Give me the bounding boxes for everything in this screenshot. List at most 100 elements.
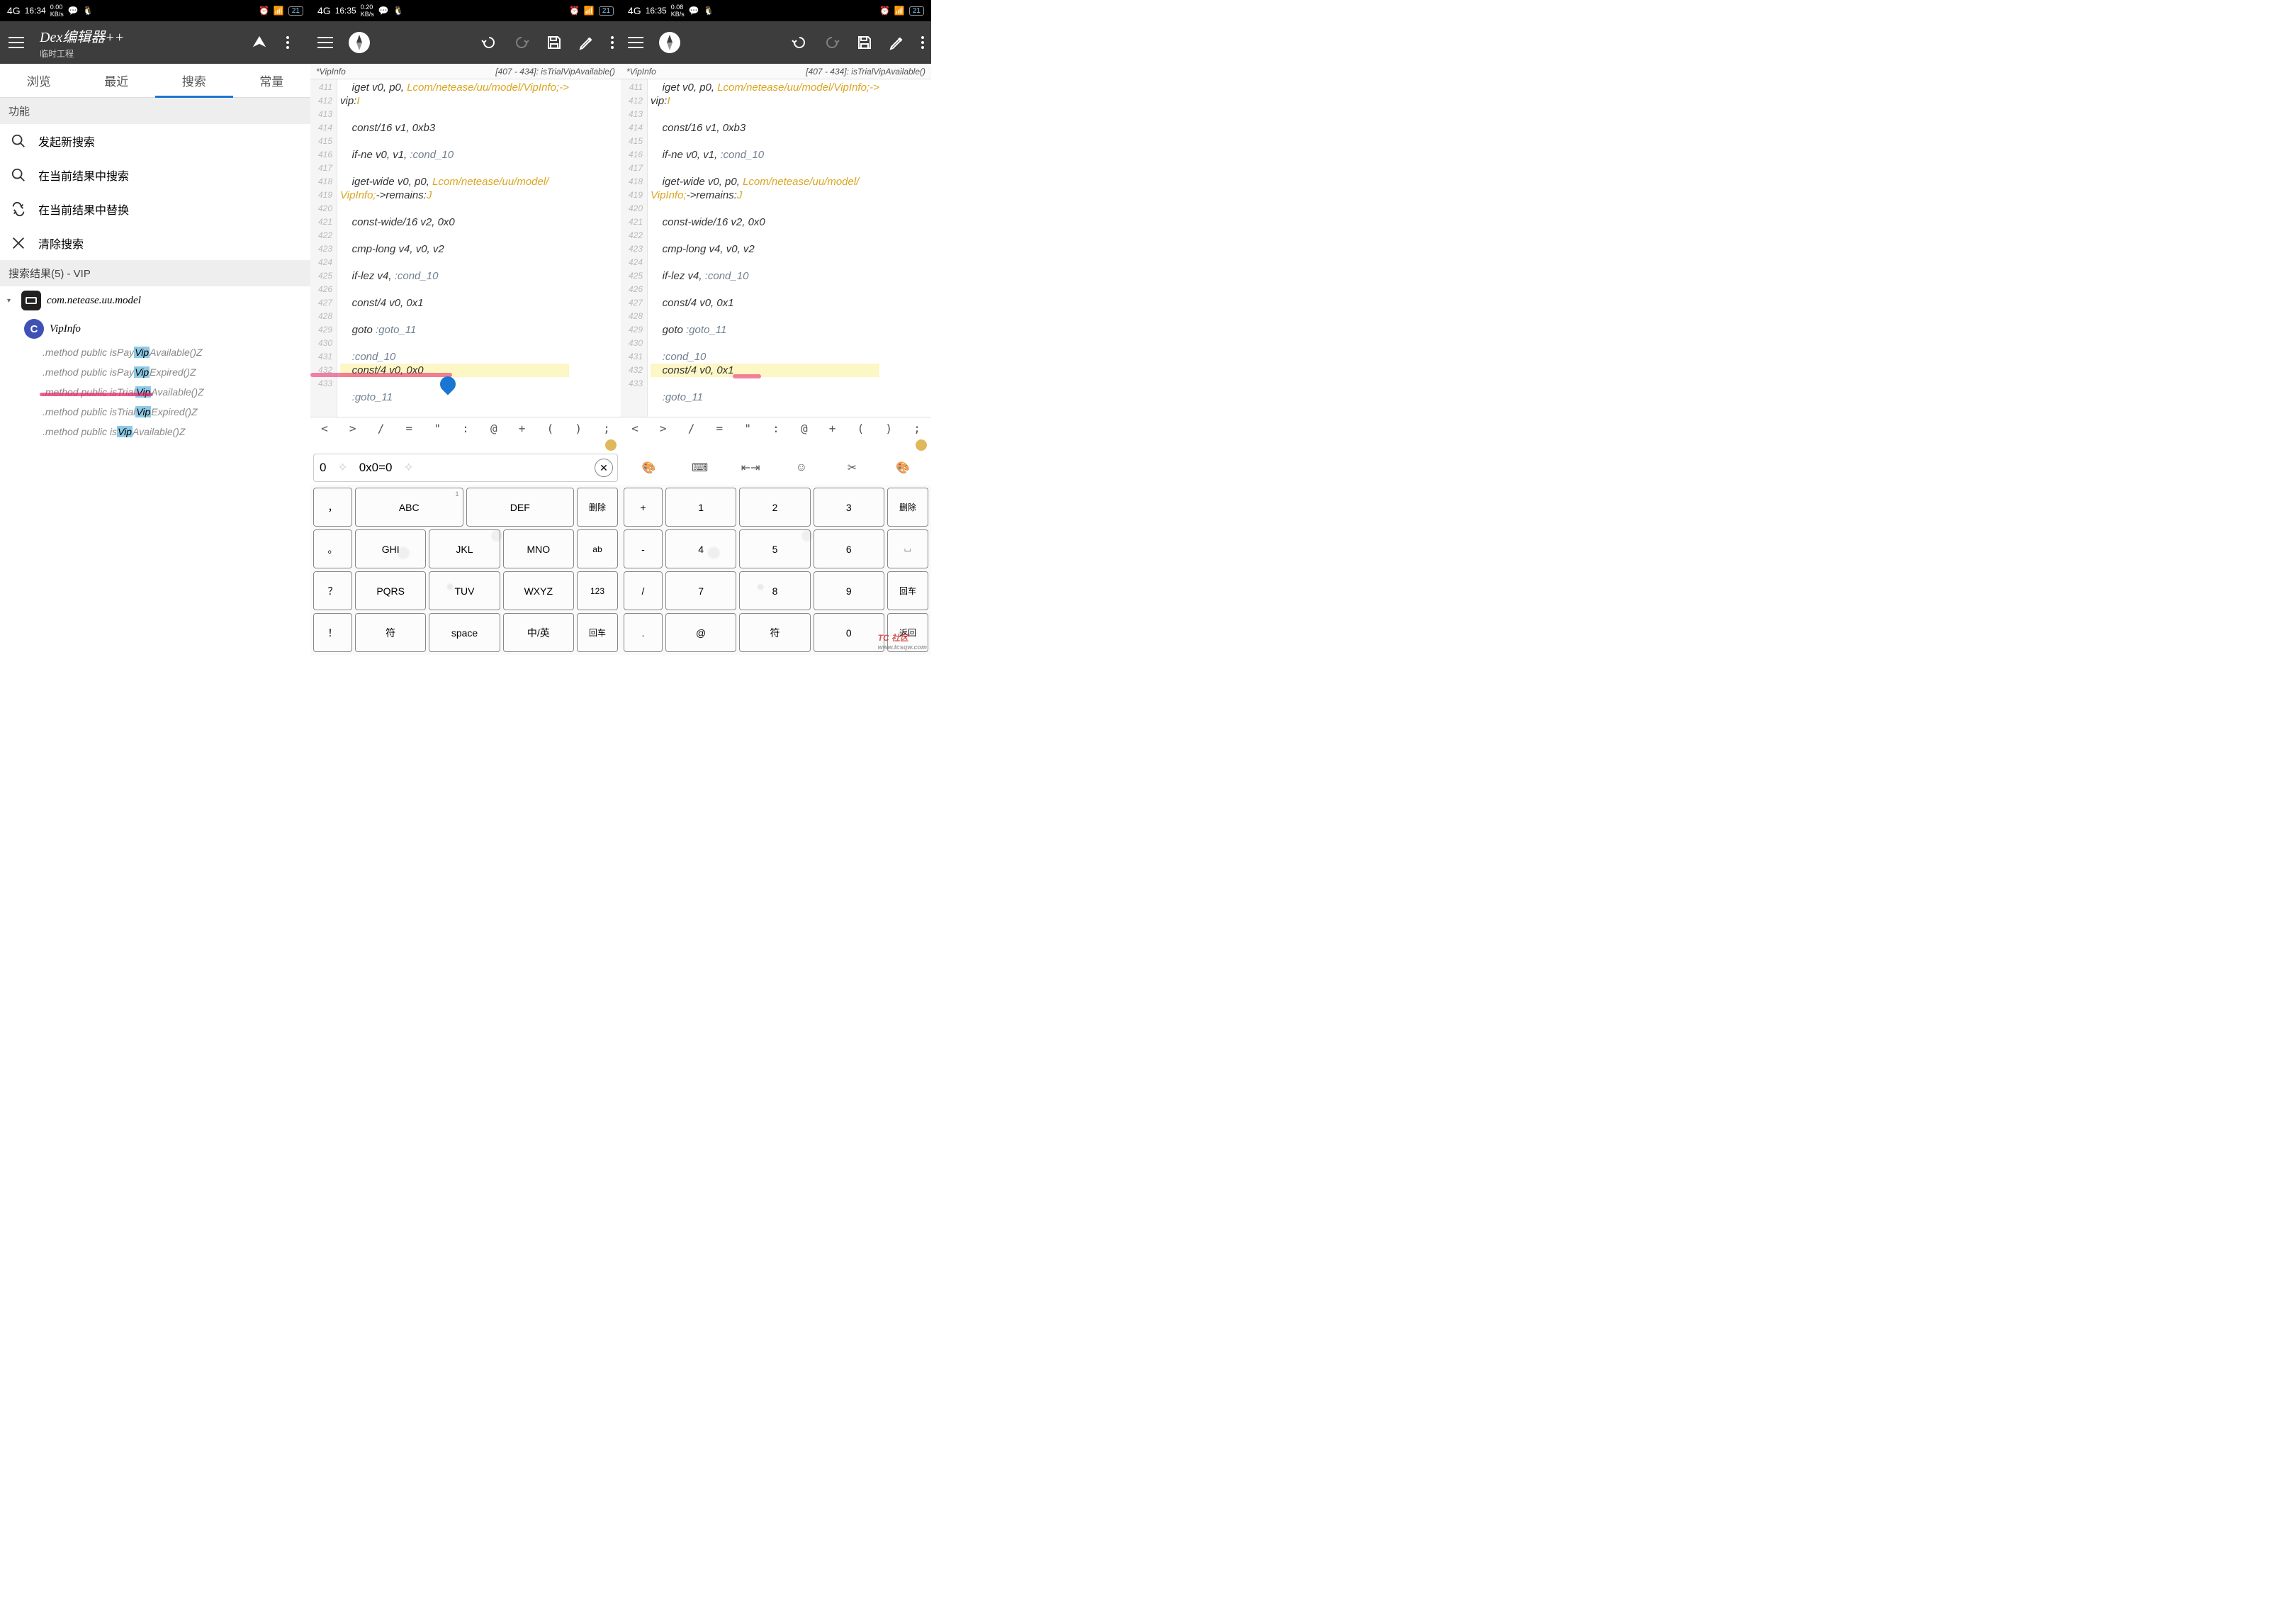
keyboard-key[interactable]: 6 [814, 529, 884, 568]
code-line[interactable]: VipInfo;->remains:J [340, 189, 569, 202]
keyboard-key[interactable]: 符 [355, 613, 426, 652]
save-button[interactable] [546, 34, 563, 51]
symbol-key[interactable]: " [733, 417, 762, 439]
code-line[interactable] [651, 283, 879, 296]
undo-button[interactable] [791, 34, 808, 51]
menu-button[interactable] [317, 37, 333, 48]
code-line[interactable]: const/4 v0, 0x1 [651, 296, 879, 310]
code-line[interactable]: goto :goto_11 [340, 323, 569, 337]
keyboard-key[interactable]: ！ [313, 613, 352, 652]
keyboard-key[interactable]: . [624, 613, 663, 652]
symbol-key[interactable]: : [451, 417, 480, 439]
code-line[interactable]: :cond_10 [651, 350, 879, 364]
code-line[interactable] [651, 135, 879, 148]
symbol-key[interactable]: = [705, 417, 733, 439]
symbol-key[interactable]: " [423, 417, 451, 439]
keyboard-key[interactable]: 删除 [887, 488, 928, 527]
symbol-key[interactable]: @ [480, 417, 508, 439]
keyboard-key[interactable]: MNO [503, 529, 574, 568]
code-editor[interactable]: 4114124134144154164174184194204214224234… [310, 79, 621, 417]
build-button[interactable] [245, 35, 274, 50]
symbol-key[interactable]: ( [536, 417, 565, 439]
code-line[interactable] [340, 108, 569, 121]
edit-button[interactable] [889, 34, 906, 51]
code-line[interactable]: vip:I [340, 94, 569, 108]
code-line[interactable] [651, 337, 879, 350]
symbol-key[interactable]: < [621, 417, 649, 439]
candidate-1[interactable]: 0 [320, 461, 326, 475]
keyboard-key[interactable]: DEF [466, 488, 575, 527]
close-candidates-button[interactable]: ✕ [595, 459, 613, 477]
symbol-key[interactable]: / [677, 417, 706, 439]
keyboard-key[interactable]: TUV [429, 571, 500, 610]
compass-button[interactable] [659, 32, 680, 53]
keyboard-switch-icon[interactable]: ⌨ [685, 457, 714, 478]
keyboard-key[interactable]: space [429, 613, 500, 652]
code-line[interactable]: if-ne v0, v1, :cond_10 [340, 148, 569, 162]
keyboard-key[interactable]: 9 [814, 571, 884, 610]
symbol-key[interactable]: @ [790, 417, 818, 439]
package-row[interactable]: ▾ com.netease.uu.model [0, 286, 310, 315]
overflow-button[interactable] [921, 36, 924, 49]
code-line[interactable]: const-wide/16 v2, 0x0 [651, 215, 879, 229]
redo-button[interactable] [823, 34, 840, 51]
keyboard-key[interactable]: PQRS [355, 571, 426, 610]
code-line[interactable] [651, 404, 879, 417]
code-line[interactable]: if-lez v4, :cond_10 [340, 269, 569, 283]
keyboard-key[interactable]: ， [313, 488, 352, 527]
symbol-key[interactable]: ) [564, 417, 592, 439]
action-search-in-results[interactable]: 在当前结果中搜索 [0, 158, 310, 192]
keyboard-key[interactable]: GHI [355, 529, 426, 568]
emoji-icon[interactable]: ☺ [787, 457, 816, 478]
code-line[interactable]: iget-wide v0, p0, Lcom/netease/uu/model/ [651, 175, 879, 189]
code-line[interactable]: const/4 v0, 0x1 [651, 364, 879, 377]
code-line[interactable]: const/4 v0, 0x1 [340, 296, 569, 310]
code-line[interactable]: :goto_11 [651, 391, 879, 404]
code-line[interactable]: cmp-long v4, v0, v2 [340, 242, 569, 256]
keyboard-key[interactable]: 8 [739, 571, 810, 610]
keyboard-key[interactable]: 回车 [577, 613, 618, 652]
edit-button[interactable] [578, 34, 595, 51]
action-new-search[interactable]: 发起新搜索 [0, 124, 310, 158]
keyboard-key[interactable]: JKL [429, 529, 500, 568]
keyboard-key[interactable]: 删除 [577, 488, 618, 527]
save-button[interactable] [856, 34, 873, 51]
symbol-key[interactable]: > [649, 417, 677, 439]
code-line[interactable] [340, 337, 569, 350]
code-line[interactable]: iget-wide v0, p0, Lcom/netease/uu/model/ [340, 175, 569, 189]
code-line[interactable]: const-wide/16 v2, 0x0 [340, 215, 569, 229]
code-line[interactable]: iget v0, p0, Lcom/netease/uu/model/VipIn… [340, 81, 569, 94]
menu-button[interactable] [9, 37, 26, 48]
keyboard-key[interactable]: - [624, 529, 663, 568]
keyboard-key[interactable]: 1 [665, 488, 736, 527]
code-line[interactable] [340, 162, 569, 175]
symbol-key[interactable]: > [339, 417, 367, 439]
clipboard-icon[interactable]: ✂ [838, 457, 866, 478]
code-line[interactable]: if-lez v4, :cond_10 [651, 269, 879, 283]
ime-avatar-icon[interactable]: 🎨 [635, 457, 663, 478]
code-line[interactable]: VipInfo;->remains:J [651, 189, 879, 202]
code-line[interactable]: :cond_10 [340, 350, 569, 364]
tab-constants[interactable]: 常量 [233, 64, 311, 97]
code-line[interactable] [651, 108, 879, 121]
tab-recent[interactable]: 最近 [78, 64, 156, 97]
symbol-key[interactable]: : [762, 417, 790, 439]
symbol-key[interactable]: + [508, 417, 536, 439]
code-line[interactable]: cmp-long v4, v0, v2 [651, 242, 879, 256]
code-line[interactable] [340, 202, 569, 215]
keyboard-key[interactable]: 2 [739, 488, 810, 527]
code-line[interactable] [651, 162, 879, 175]
keyboard-key[interactable]: ABC1 [355, 488, 463, 527]
overflow-button[interactable] [611, 36, 614, 49]
code-line[interactable] [340, 256, 569, 269]
code-line[interactable] [651, 377, 879, 391]
code-line[interactable]: if-ne v0, v1, :cond_10 [651, 148, 879, 162]
code-line[interactable] [651, 256, 879, 269]
candidate-2[interactable]: 0x0=0 [359, 461, 393, 475]
keyboard-key[interactable]: ⌴ [887, 529, 928, 568]
code-line[interactable] [340, 283, 569, 296]
keyboard-key[interactable]: / [624, 571, 663, 610]
keyboard-key[interactable]: 符 [739, 613, 810, 652]
method-result-row[interactable]: .method public isPayVipAvailable()Z [0, 343, 310, 363]
class-row[interactable]: C VipInfo [0, 315, 310, 343]
